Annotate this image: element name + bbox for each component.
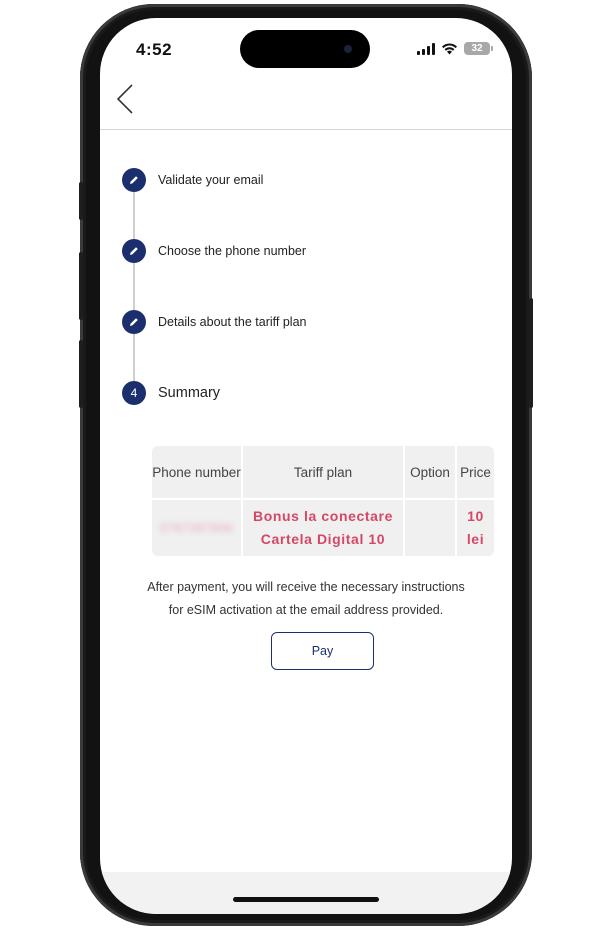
home-indicator[interactable]	[233, 897, 379, 902]
step-connector	[133, 263, 135, 310]
header-tariff-plan: Tariff plan	[242, 446, 405, 500]
app-header	[100, 74, 512, 130]
step-connector	[133, 334, 135, 381]
summary-table: Phone number Tariff plan Option Price 07…	[152, 446, 494, 556]
app-screen: 4:52 32 Validate your email Choose the p…	[100, 18, 512, 914]
dynamic-island	[240, 30, 370, 68]
volume-up-button	[79, 252, 83, 320]
table-row: 0767397906 Bonus la conectare Cartela Di…	[152, 499, 494, 556]
payment-note: After payment, you will receive the nece…	[147, 580, 465, 617]
power-button	[529, 298, 533, 408]
chevron-left-icon[interactable]	[114, 82, 138, 116]
step-choose-number[interactable]: Choose the phone number	[122, 239, 306, 263]
wifi-icon	[442, 43, 457, 55]
status-time: 4:52	[136, 40, 173, 59]
step-summary: 4 Summary	[122, 381, 220, 405]
pencil-icon	[122, 239, 146, 263]
cellular-icon	[417, 42, 435, 55]
cell-phone-number: 0767397906	[152, 499, 243, 556]
step-tariff-details[interactable]: Details about the tariff plan	[122, 310, 306, 334]
pencil-icon	[122, 310, 146, 334]
battery-icon: 32	[464, 42, 493, 55]
cell-option	[404, 499, 457, 556]
step-label: Validate your email	[158, 173, 264, 187]
status-icons: 32	[417, 42, 493, 55]
header-phone-number: Phone number	[152, 446, 243, 500]
step-number: 4	[122, 381, 146, 405]
header-price: Price	[456, 446, 494, 500]
header-option: Option	[404, 446, 457, 500]
bottom-bar	[100, 872, 512, 914]
table-header-row: Phone number Tariff plan Option Price	[152, 446, 494, 500]
step-label: Choose the phone number	[158, 244, 307, 258]
pay-button[interactable]: Pay	[271, 632, 374, 670]
step-label: Summary	[158, 385, 221, 401]
pencil-icon	[122, 168, 146, 192]
camera-icon	[344, 45, 352, 53]
cell-tariff-plan: Bonus la conectare Cartela Digital 10	[242, 499, 405, 556]
action-button	[79, 182, 83, 220]
cell-price: 10 lei	[466, 508, 485, 547]
step-connector	[133, 192, 135, 239]
step-label: Details about the tariff plan	[158, 315, 307, 329]
volume-down-button	[79, 340, 83, 408]
step-validate-email[interactable]: Validate your email	[122, 168, 263, 192]
masked-phone-number: 0767397906	[160, 521, 233, 535]
